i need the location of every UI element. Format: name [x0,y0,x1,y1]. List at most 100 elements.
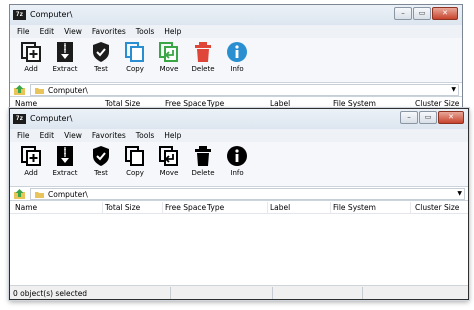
window-controls: – ▭ ✕ [393,7,458,20]
delete-label: Delete [191,169,215,177]
window-controls: – ▭ ✕ [399,111,464,124]
column-free-space[interactable]: Free Space [165,99,206,108]
menu-file[interactable]: File [12,27,35,36]
copy-label: Copy [126,169,144,177]
column-divider[interactable] [162,202,163,213]
folder-icon [35,88,44,94]
delete-icon [195,42,211,62]
file-list[interactable] [10,214,468,285]
column-total-size[interactable]: Total Size [105,203,140,212]
status-divider [362,287,363,299]
extract-button[interactable]: Extract [48,41,82,73]
menu-favorites[interactable]: Favorites [87,131,131,140]
test-shield-icon [93,146,109,166]
menu-help[interactable]: Help [159,131,186,140]
address-input[interactable]: Computer\ ▼ [30,188,465,200]
add-button[interactable]: Add [14,41,48,73]
title-bar[interactable]: 7z Computer\ – ▭ ✕ [10,109,468,129]
menu-edit[interactable]: Edit [35,27,60,36]
move-button[interactable]: Move [152,41,186,73]
status-text: 0 object(s) selected [13,289,88,298]
column-divider[interactable] [330,202,331,213]
maximize-icon[interactable]: ▭ [413,7,431,20]
menu-help[interactable]: Help [159,27,186,36]
copy-button[interactable]: Copy [118,145,152,177]
list-header: Name Total Size Free Space Type Label Fi… [10,201,468,214]
column-label[interactable]: Label [270,99,290,108]
column-name[interactable]: Name [15,99,37,108]
info-label: Info [230,65,244,73]
info-icon [227,146,247,166]
copy-icon [125,42,144,62]
address-text: Computer\ [48,190,88,199]
up-folder-icon[interactable] [14,189,25,199]
back-window: 7z Computer\ – ▭ ✕ File Edit View Favori… [9,4,463,110]
extract-button[interactable]: Extract [48,145,82,177]
maximize-icon[interactable]: ▭ [419,111,437,124]
test-shield-icon [93,42,109,62]
delete-button[interactable]: Delete [186,41,220,73]
test-button[interactable]: Test [84,41,118,73]
column-label[interactable]: Label [270,203,290,212]
move-label: Move [159,65,179,73]
close-icon[interactable]: ✕ [432,7,458,20]
column-cluster-size[interactable]: Cluster Size [415,203,459,212]
minimize-icon[interactable]: – [394,7,412,20]
column-divider[interactable] [410,202,411,213]
copy-icon [125,146,144,166]
column-name[interactable]: Name [15,203,37,212]
column-type[interactable]: Type [207,203,224,212]
window-title: Computer\ [30,10,73,19]
up-folder-icon[interactable] [14,85,25,95]
move-icon [159,146,178,166]
address-input[interactable]: Computer\ ▼ [30,84,459,96]
column-divider[interactable] [102,202,103,213]
close-icon[interactable]: ✕ [438,111,464,124]
toolbar: Add Extract Test Copy Move Delete Info [10,38,462,83]
menu-bar: File Edit View Favorites Tools Help [10,25,462,38]
column-type[interactable]: Type [207,99,224,108]
menu-tools[interactable]: Tools [131,131,159,140]
info-button[interactable]: Info [220,41,254,73]
chevron-down-icon[interactable]: ▼ [457,190,462,197]
copy-button[interactable]: Copy [118,41,152,73]
info-button[interactable]: Info [220,145,254,177]
address-bar: Computer\ ▼ [10,187,468,201]
column-total-size[interactable]: Total Size [105,99,140,108]
info-icon [227,42,247,62]
menu-edit[interactable]: Edit [35,131,60,140]
menu-favorites[interactable]: Favorites [87,27,131,36]
add-label: Add [24,169,38,177]
minimize-icon[interactable]: – [400,111,418,124]
app-7zip-icon: 7z [13,114,26,124]
add-label: Add [24,65,38,73]
chevron-down-icon[interactable]: ▼ [451,86,456,93]
title-bar[interactable]: 7z Computer\ – ▭ ✕ [10,5,462,25]
move-button[interactable]: Move [152,145,186,177]
column-divider[interactable] [267,202,268,213]
add-icon [21,146,41,166]
status-bar: 0 object(s) selected [10,285,468,299]
status-divider [170,287,171,299]
copy-label: Copy [126,65,144,73]
address-text: Computer\ [48,86,88,95]
menu-tools[interactable]: Tools [131,27,159,36]
column-free-space[interactable]: Free Space [165,203,206,212]
menu-file[interactable]: File [12,131,35,140]
move-icon [159,42,178,62]
address-bar: Computer\ ▼ [10,83,462,97]
column-cluster-size[interactable]: Cluster Size [415,99,459,108]
test-label: Test [94,65,108,73]
menu-view[interactable]: View [59,131,87,140]
delete-button[interactable]: Delete [186,145,220,177]
status-divider [272,287,273,299]
menu-view[interactable]: View [59,27,87,36]
move-label: Move [159,169,179,177]
app-7zip-icon: 7z [13,10,26,20]
folder-icon [35,192,44,198]
window-title: Computer\ [30,114,73,123]
test-button[interactable]: Test [84,145,118,177]
add-button[interactable]: Add [14,145,48,177]
column-file-system[interactable]: File System [333,99,376,108]
column-file-system[interactable]: File System [333,203,376,212]
